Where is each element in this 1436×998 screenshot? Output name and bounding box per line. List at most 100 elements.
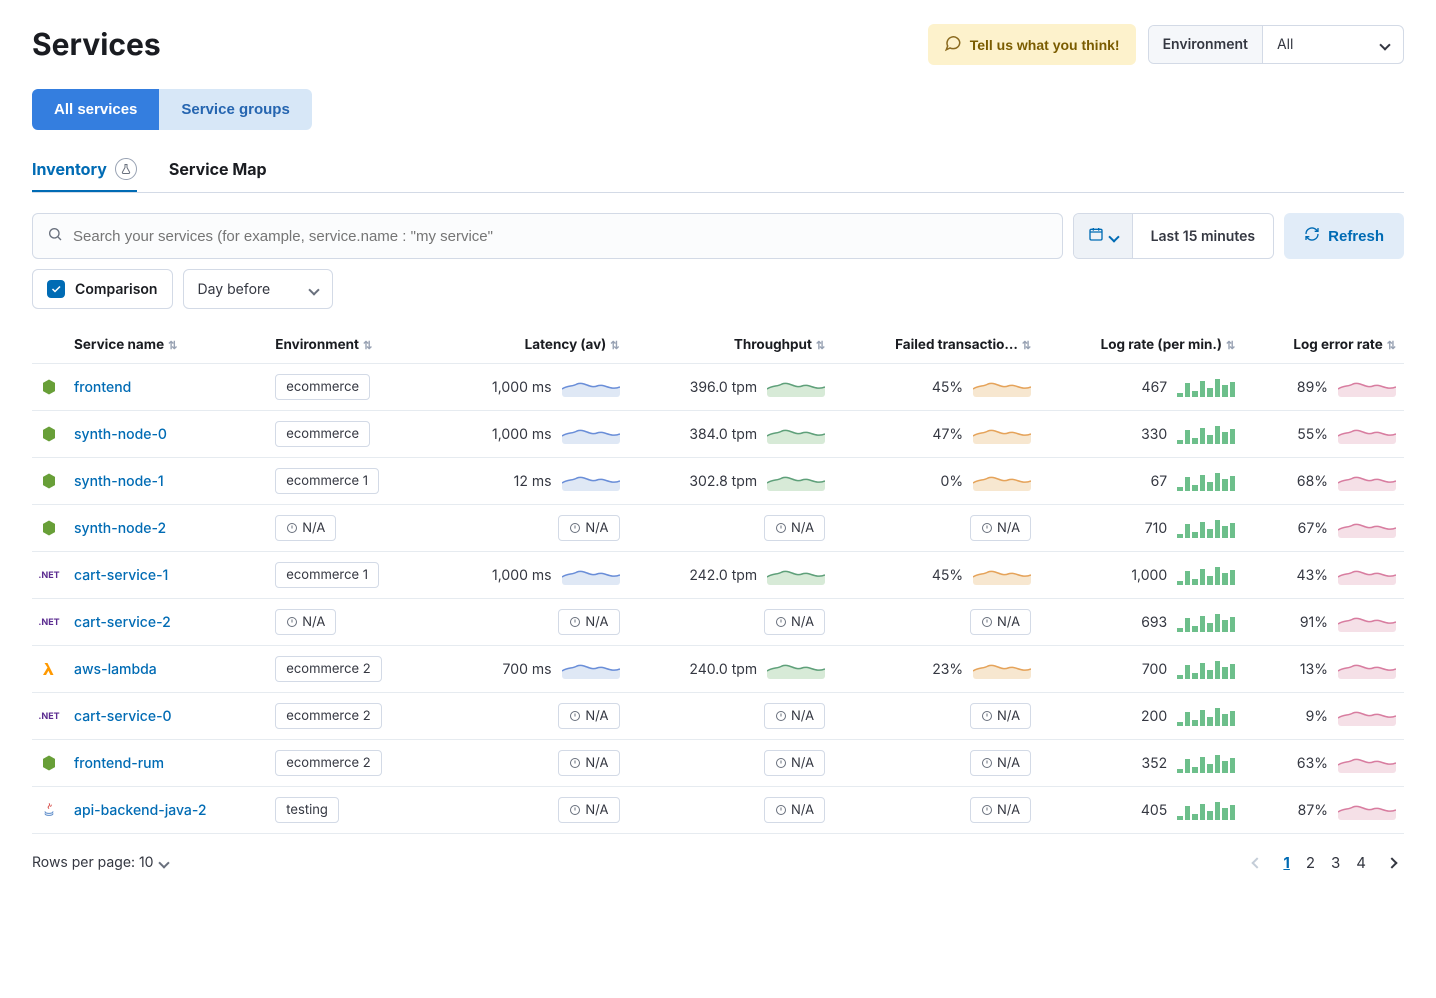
comparison-period-select[interactable]: Day before: [183, 269, 334, 309]
page-number[interactable]: 1: [1275, 849, 1297, 876]
page-prev-button[interactable]: [1245, 850, 1269, 875]
refresh-button[interactable]: Refresh: [1284, 213, 1404, 259]
table-row: aws-lambdaecommerce 2700 ms240.0 tpm23%7…: [32, 646, 1404, 693]
na-badge: N/A: [970, 609, 1031, 635]
na-badge: N/A: [558, 515, 619, 541]
env-badge: ecommerce 1: [275, 562, 379, 588]
na-badge: N/A: [970, 750, 1031, 776]
java-icon: [40, 801, 58, 819]
service-link[interactable]: frontend-rum: [74, 755, 164, 772]
na-badge: N/A: [764, 797, 825, 823]
table-row: .NETcart-service-0ecommerce 2N/AN/AN/A20…: [32, 693, 1404, 740]
na-badge: N/A: [764, 703, 825, 729]
dotnet-icon: .NET: [40, 707, 58, 725]
tab-service-groups[interactable]: Service groups: [159, 89, 311, 130]
na-badge: N/A: [558, 750, 619, 776]
node-icon: [40, 754, 58, 772]
service-link[interactable]: frontend: [74, 379, 131, 396]
subtab-service-map[interactable]: Service Map: [169, 158, 267, 192]
page-number[interactable]: 4: [1348, 849, 1374, 876]
service-link[interactable]: api-backend-java-2: [74, 802, 207, 819]
checkbox-checked-icon: [47, 280, 65, 298]
date-range-picker[interactable]: Last 15 minutes: [1073, 213, 1275, 259]
na-badge: N/A: [558, 797, 619, 823]
sort-icon: ⇅: [816, 338, 825, 352]
dotnet-icon: .NET: [40, 613, 58, 631]
col-env[interactable]: Environment⇅: [267, 327, 433, 364]
table-row: synth-node-2N/AN/AN/AN/A71067%: [32, 505, 1404, 552]
environment-select[interactable]: Environment All: [1148, 25, 1404, 64]
table-row: synth-node-1ecommerce 112 ms302.8 tpm0%6…: [32, 458, 1404, 505]
tab-all-services[interactable]: All services: [32, 89, 159, 130]
env-badge: testing: [275, 797, 339, 823]
sort-icon: ⇅: [363, 338, 372, 352]
na-badge: N/A: [275, 515, 336, 541]
service-link[interactable]: synth-node-1: [74, 473, 164, 490]
na-badge: N/A: [970, 797, 1031, 823]
rows-per-page-select[interactable]: Rows per page: 10: [32, 854, 168, 871]
lambda-icon: [40, 660, 58, 678]
na-badge: N/A: [764, 515, 825, 541]
col-throughput[interactable]: Throughput⇅: [628, 327, 834, 364]
page-number[interactable]: 2: [1298, 849, 1323, 876]
sort-icon: ⇅: [1226, 338, 1235, 352]
sort-icon: ⇅: [1387, 338, 1396, 352]
node-icon: [40, 425, 58, 443]
service-link[interactable]: synth-node-0: [74, 426, 167, 443]
refresh-icon: [1304, 226, 1320, 246]
search-input[interactable]: [73, 228, 1048, 245]
pagination: 1234: [1245, 850, 1404, 875]
node-icon: [40, 378, 58, 396]
na-badge: N/A: [558, 609, 619, 635]
page-title: Services: [32, 27, 161, 63]
sort-icon: ⇅: [610, 338, 619, 352]
env-badge: ecommerce 2: [275, 703, 381, 729]
na-badge: N/A: [970, 703, 1031, 729]
service-link[interactable]: aws-lambda: [74, 661, 157, 678]
node-icon: [40, 519, 58, 537]
subtab-inventory[interactable]: Inventory: [32, 158, 137, 192]
col-service[interactable]: Service name⇅: [66, 327, 267, 364]
env-badge: ecommerce: [275, 421, 370, 447]
feedback-button[interactable]: Tell us what you think!: [928, 24, 1136, 65]
service-link[interactable]: cart-service-1: [74, 567, 168, 584]
dotnet-icon: .NET: [40, 566, 58, 584]
table-row: frontendecommerce1,000 ms396.0 tpm45%467…: [32, 364, 1404, 411]
comparison-checkbox[interactable]: Comparison: [32, 269, 173, 309]
chevron-down-icon: [1110, 228, 1118, 245]
env-badge: ecommerce 2: [275, 750, 381, 776]
col-logerr[interactable]: Log error rate⇅: [1243, 327, 1404, 364]
chevron-down-icon: [310, 281, 318, 298]
beaker-icon: [115, 158, 137, 180]
col-latency[interactable]: Latency (av)⇅: [433, 327, 627, 364]
sort-icon: ⇅: [168, 338, 177, 352]
table-row: synth-node-0ecommerce1,000 ms384.0 tpm47…: [32, 411, 1404, 458]
na-badge: N/A: [970, 515, 1031, 541]
env-badge: ecommerce 1: [275, 468, 379, 494]
na-badge: N/A: [764, 750, 825, 776]
col-lograte[interactable]: Log rate (per min.)⇅: [1039, 327, 1243, 364]
calendar-icon: [1088, 226, 1104, 246]
page-number[interactable]: 3: [1323, 849, 1348, 876]
service-link[interactable]: synth-node-2: [74, 520, 166, 537]
chevron-down-icon: [1381, 36, 1389, 53]
node-icon: [40, 472, 58, 490]
table-row: api-backend-java-2testingN/AN/AN/A40587%: [32, 787, 1404, 834]
table-row: .NETcart-service-2N/AN/AN/AN/A69391%: [32, 599, 1404, 646]
comment-icon: [944, 34, 962, 55]
na-badge: N/A: [558, 703, 619, 729]
col-failed[interactable]: Failed transactio...⇅: [833, 327, 1039, 364]
env-badge: ecommerce 2: [275, 656, 381, 682]
search-icon: [47, 226, 63, 246]
service-link[interactable]: cart-service-2: [74, 614, 171, 631]
na-badge: N/A: [764, 609, 825, 635]
chevron-down-icon: [160, 854, 168, 871]
table-row: frontend-rumecommerce 2N/AN/AN/A35263%: [32, 740, 1404, 787]
sort-icon: ⇅: [1022, 338, 1031, 352]
na-badge: N/A: [275, 609, 336, 635]
page-next-button[interactable]: [1380, 850, 1404, 875]
service-link[interactable]: cart-service-0: [74, 708, 172, 725]
search-input-wrapper[interactable]: [32, 213, 1063, 259]
table-row: .NETcart-service-1ecommerce 11,000 ms242…: [32, 552, 1404, 599]
env-badge: ecommerce: [275, 374, 370, 400]
